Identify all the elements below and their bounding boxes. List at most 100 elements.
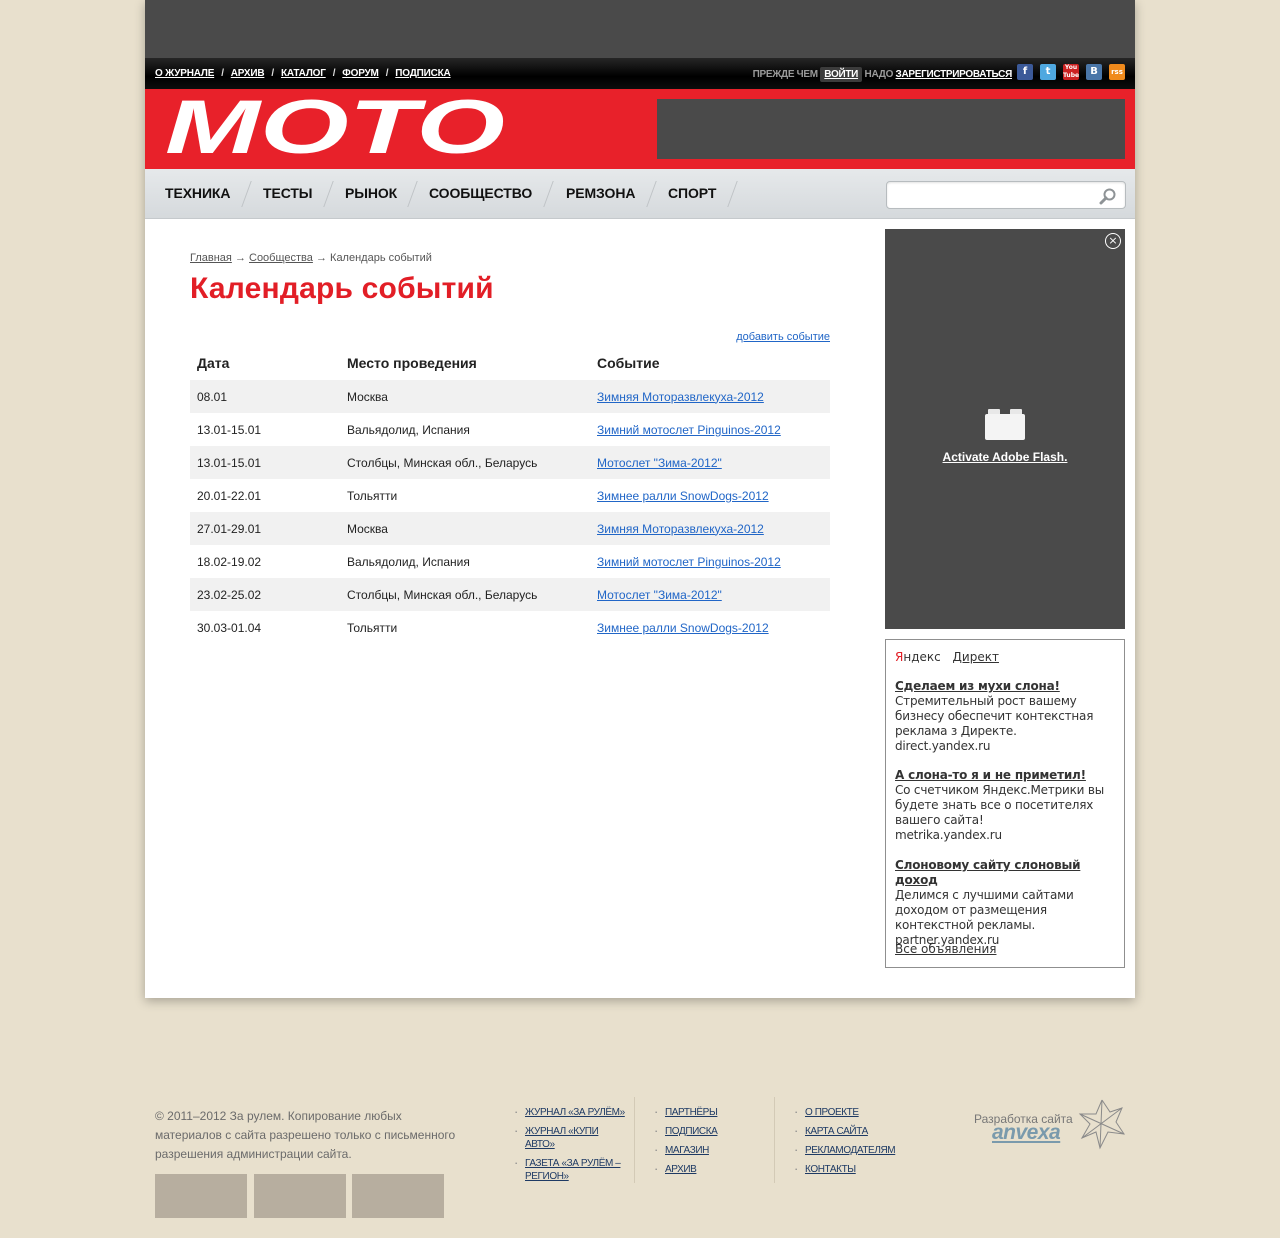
table-row: 18.02-19.02 Вальядолид, Испания Зимний м… — [190, 545, 830, 578]
top-banner-ad[interactable] — [145, 0, 1135, 58]
topnav-archive[interactable]: АРХИВ — [231, 68, 265, 79]
yandex-direct-block: Яндекс Директ Сделаем из мухи слона! Стр… — [885, 639, 1125, 968]
ad-url: direct.yandex.ru — [895, 739, 991, 753]
yandex-logo[interactable]: Яндекс — [895, 650, 941, 664]
search-input[interactable] — [893, 185, 1097, 205]
event-link[interactable]: Зимнее ралли SnowDogs-2012 — [597, 621, 769, 635]
nav-divider — [646, 181, 657, 207]
footer-link[interactable]: АРХИВ — [665, 1164, 697, 1175]
event-place: Москва — [340, 512, 590, 545]
footer-link[interactable]: ЖУРНАЛ «КУПИ АВТО» — [525, 1126, 599, 1150]
nav-sport[interactable]: СПОРТ — [668, 185, 716, 201]
nav-soobshchestvo[interactable]: СООБЩЕСТВО — [429, 185, 532, 201]
header-place: Место проведения — [347, 355, 477, 371]
nav-tekhnika[interactable]: ТЕХНИКА — [165, 185, 230, 201]
footer-counter-badge[interactable] — [254, 1174, 346, 1218]
breadcrumb-arrow: → — [234, 252, 246, 264]
footer-list-item: РЕКЛАМОДАТЕЛЯМ — [794, 1143, 914, 1157]
event-date: 18.02-19.02 — [197, 554, 262, 569]
event-cell: Мотослет "Зима-2012" — [590, 578, 830, 611]
header-date: Дата — [197, 355, 230, 371]
ad-title[interactable]: Слоновому сайту слоновый доход — [895, 858, 1117, 888]
yandex-header: Яндекс Директ — [895, 650, 999, 664]
top-navigation: О ЖУРНАЛЕ / АРХИВ / КАТАЛОГ / ФОРУМ / ПОДПИСКА — [155, 68, 451, 79]
moto-logo[interactable]: MOTO — [165, 85, 510, 170]
breadcrumb-current: Календарь событий — [330, 252, 432, 264]
flash-ad-banner: × Activate Adobe Flash. — [885, 229, 1125, 629]
topnav-separator: / — [332, 68, 336, 79]
event-place: Столбцы, Минская обл., Беларусь — [340, 578, 590, 611]
table-row: 08.01 Москва Зимняя Моторазвлекуха-2012 — [190, 380, 830, 413]
nav-testy[interactable]: ТЕСТЫ — [263, 185, 313, 201]
nav-rynok[interactable]: РЫНОК — [345, 185, 397, 201]
footer-counter-badge[interactable] — [155, 1174, 247, 1218]
header-banner-ad[interactable] — [657, 99, 1125, 159]
breadcrumb-section[interactable]: Сообщества — [249, 252, 313, 264]
topnav-about[interactable]: О ЖУРНАЛЕ — [155, 68, 214, 79]
developer-name[interactable]: anvexa — [992, 1121, 1061, 1145]
event-link[interactable]: Зимнее ралли SnowDogs-2012 — [597, 489, 769, 503]
twitter-icon[interactable]: t — [1040, 64, 1056, 80]
close-icon[interactable]: × — [1105, 233, 1121, 249]
rss-icon[interactable]: rss — [1109, 64, 1125, 80]
yandex-ad: А слона-то я и не приметил! Со счетчиком… — [895, 768, 1117, 843]
flash-plugin-icon — [985, 409, 1025, 440]
logo-text: MOTO — [165, 99, 505, 159]
yandex-ad: Слоновому сайту слоновый доход Делимся с… — [895, 858, 1117, 948]
ad-title[interactable]: А слона-то я и не приметил! — [895, 768, 1117, 783]
topnav-catalog[interactable]: КАТАЛОГ — [281, 68, 326, 79]
footer-link[interactable]: ГАЗЕТА «ЗА РУЛЁМ – РЕГИОН» — [525, 1158, 621, 1182]
table-row: 23.02-25.02 Столбцы, Минская обл., Белар… — [190, 578, 830, 611]
footer-link[interactable]: РЕКЛАМОДАТЕЛЯМ — [805, 1145, 896, 1156]
event-date: 13.01-15.01 — [190, 446, 340, 479]
event-link[interactable]: Зимний мотослет Pinguinos-2012 — [597, 423, 781, 437]
search-icon[interactable] — [1099, 187, 1117, 210]
event-link[interactable]: Зимняя Моторазвлекуха-2012 — [597, 522, 764, 536]
topnav-subscription[interactable]: ПОДПИСКА — [395, 68, 450, 79]
nav-divider — [407, 181, 418, 207]
topnav-separator: / — [271, 68, 274, 79]
nav-divider — [323, 181, 334, 207]
register-link[interactable]: ЗАРЕГИСТРИРОВАТЬСЯ — [896, 69, 1013, 80]
moto-logo-graphic: MOTO — [165, 85, 505, 170]
footer-link[interactable]: ПАРТНЁРЫ — [665, 1107, 718, 1118]
footer-link[interactable]: О ПРОЕКТЕ — [805, 1107, 859, 1118]
footer-link[interactable]: ЖУРНАЛ «ЗА РУЛЁМ» — [525, 1107, 625, 1118]
topnav-forum[interactable]: ФОРУМ — [342, 68, 379, 79]
footer-list-item: МАГАЗИН — [654, 1143, 764, 1157]
auth-text-middle: НАДО — [864, 69, 894, 80]
footer-link[interactable]: МАГАЗИН — [665, 1145, 709, 1156]
footer-link[interactable]: КАРТА САЙТА — [805, 1126, 868, 1137]
table-row: 27.01-29.01 Москва Зимняя Моторазвлекуха… — [190, 512, 830, 545]
vkontakte-icon[interactable]: В — [1086, 64, 1102, 80]
footer-links-services: ПАРТНЁРЫ ПОДПИСКА МАГАЗИН АРХИВ — [654, 1105, 764, 1182]
footer-links-publications: ЖУРНАЛ «ЗА РУЛЁМ» ЖУРНАЛ «КУПИ АВТО» ГАЗ… — [514, 1105, 629, 1189]
footer-link[interactable]: ПОДПИСКА — [665, 1126, 718, 1137]
anvexa-logo-icon — [1078, 1099, 1126, 1150]
add-event-link[interactable]: добавить событие — [736, 331, 830, 343]
event-link[interactable]: Мотослет "Зима-2012" — [597, 456, 722, 470]
footer-list-item: КАРТА САЙТА — [794, 1124, 914, 1138]
login-button[interactable]: ВОЙТИ — [820, 67, 863, 82]
nav-remzona[interactable]: РЕМЗОНА — [566, 185, 635, 201]
footer-link[interactable]: КОНТАКТЫ — [805, 1164, 856, 1175]
direkt-link[interactable]: Директ — [953, 650, 999, 664]
auth-panel: ПРЕЖДЕ ЧЕМ ВОЙТИ НАДО ЗАРЕГИСТРИРОВАТЬСЯ — [753, 67, 1012, 82]
footer-counter-badge[interactable] — [352, 1174, 444, 1218]
auth-text-before: ПРЕЖДЕ ЧЕМ — [752, 69, 818, 80]
event-link[interactable]: Зимний мотослет Pinguinos-2012 — [597, 555, 781, 569]
all-ads-link[interactable]: Все объявления — [895, 942, 996, 956]
youtube-icon[interactable]: You Tube — [1063, 64, 1079, 80]
event-place: Столбцы, Минская обл., Беларусь — [340, 446, 590, 479]
breadcrumb-home[interactable]: Главная — [190, 252, 232, 264]
facebook-icon[interactable]: f — [1017, 64, 1033, 80]
table-row: 20.01-22.01 Тольятти Зимнее ралли SnowDo… — [190, 479, 830, 512]
event-cell: Мотослет "Зима-2012" — [590, 446, 830, 479]
activate-flash-link[interactable]: Activate Adobe Flash. — [885, 450, 1125, 464]
event-cell: Зимнее ралли SnowDogs-2012 — [590, 479, 830, 512]
event-place: Вальядолид, Испания — [347, 422, 470, 437]
yandex-logo-rest: ндекс — [903, 650, 941, 664]
event-link[interactable]: Зимняя Моторазвлекуха-2012 — [597, 390, 764, 404]
event-link[interactable]: Мотослет "Зима-2012" — [597, 588, 722, 602]
ad-title[interactable]: Сделаем из мухи слона! — [895, 679, 1117, 694]
